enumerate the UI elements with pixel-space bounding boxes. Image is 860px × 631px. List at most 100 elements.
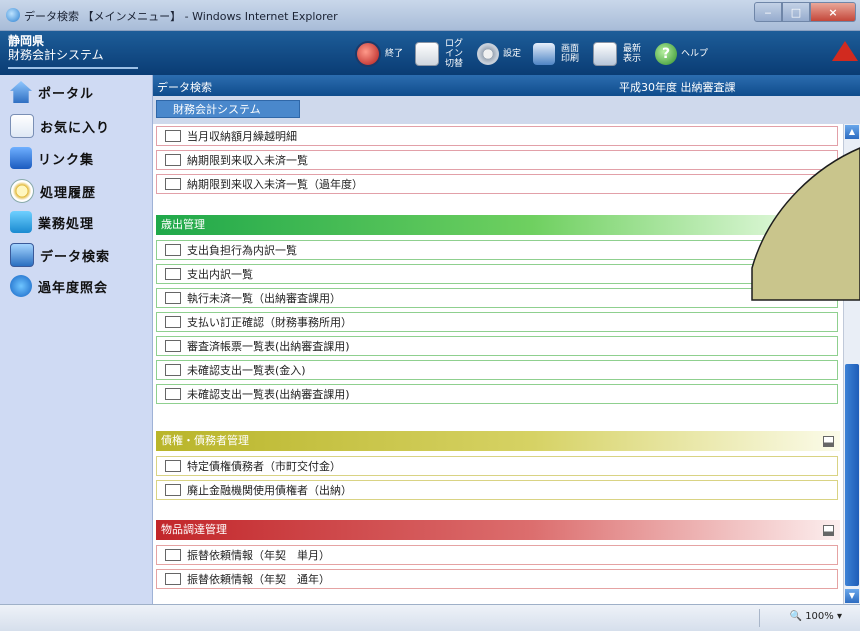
collapse-icon[interactable] (823, 220, 834, 231)
list-item[interactable]: 支出負担行為内訳一覧 (156, 240, 838, 260)
list-item[interactable]: 支払い訂正確認（財務事務所用） (156, 312, 838, 332)
refresh-display-button[interactable]: 最新表示 (593, 42, 643, 66)
list-item[interactable]: 納期限到来収入未済一覧（過年度） (156, 174, 838, 194)
list-item[interactable]: 納期限到来収入未済一覧 (156, 150, 838, 170)
screen-print-label: 画面印刷 (561, 44, 580, 64)
exit-icon (355, 41, 381, 67)
screen-print-icon (533, 43, 556, 65)
section-creditor-debtor: 債権・債務者管理 (156, 431, 840, 451)
sidebar-item-label: 過年度照会 (38, 280, 109, 296)
sidebar-item-portal[interactable]: ポータル (10, 81, 94, 103)
vertical-scrollbar[interactable]: ▲ ▼ (843, 124, 860, 604)
sidebar: ポータル お気に入り リンク集 処理履歴 業務処理 データ検索 過年度照会 (0, 75, 153, 604)
page-header-bar: データ検索 平成30年度 出納審査課 (153, 75, 860, 96)
login-switch-label: ログイン切替 (445, 39, 464, 69)
list-item[interactable]: 未確認支出一覧表(金入) (156, 360, 838, 380)
scroll-thumb[interactable] (845, 364, 859, 586)
list-item[interactable]: 当月収納額月繰越明細 (156, 126, 838, 146)
report-icon (165, 292, 181, 304)
report-icon (165, 549, 181, 561)
links-icon (10, 147, 32, 169)
sidebar-item-favorites[interactable]: お気に入り (10, 114, 110, 138)
close-button[interactable]: × (810, 2, 856, 22)
browser-window: データ検索 【メインメニュー】 - Windows Internet Explo… (0, 0, 860, 631)
list-item[interactable]: 振替依頼情報（年契 単月） (156, 545, 838, 565)
list-item-label: 振替依頼情報（年契 単月） (187, 549, 330, 562)
sidebar-item-links[interactable]: リンク集 (10, 147, 94, 169)
collapse-icon[interactable] (823, 436, 834, 447)
help-icon: ? (655, 43, 678, 65)
section-expenditure: 歳出管理 (156, 215, 840, 235)
history-icon (10, 179, 34, 203)
zoom-icon: 🔍 (789, 611, 802, 622)
list-item[interactable]: 廃止金融機関使用債権者（出納） (156, 480, 838, 500)
list-item-label: 廃止金融機関使用債権者（出納） (187, 484, 352, 497)
list-item[interactable]: 特定債権債務者（市町交付金） (156, 456, 838, 476)
collapse-icon[interactable] (823, 525, 834, 536)
scroll-down-icon[interactable]: ▼ (845, 589, 859, 603)
settings-label: 設定 (503, 49, 522, 59)
prefecture-emblem-icon (832, 41, 858, 61)
data-search-icon (10, 243, 34, 267)
sidebar-item-data-search[interactable]: データ検索 (10, 243, 110, 267)
sidebar-item-label: データ検索 (40, 249, 111, 265)
tab-financial-system[interactable]: 財務会計システム (156, 100, 300, 118)
report-icon (165, 244, 181, 256)
report-icon (165, 316, 181, 328)
app-header: 静岡県 財務会計システム 終了 ログイン切替 設定 画面印刷 最新表示 ? ヘル… (0, 31, 860, 75)
main-panel: データ検索 平成30年度 出納審査課 財務会計システム 当月収納額月繰越明細 納… (153, 75, 860, 604)
sidebar-item-business[interactable]: 業務処理 (10, 211, 94, 233)
favorites-icon (10, 114, 34, 138)
report-icon (165, 364, 181, 376)
report-icon (165, 178, 181, 190)
header-toolbar: 終了 ログイン切替 設定 画面印刷 最新表示 ? ヘルプ (355, 39, 720, 69)
report-icon (165, 154, 181, 166)
maximize-button[interactable]: □ (782, 2, 810, 22)
list-item-label: 支出負担行為内訳一覧 (187, 244, 297, 257)
zoom-level: 100% (805, 611, 834, 622)
page-title: データ検索 (157, 81, 212, 94)
list-item-label: 執行未済一覧（出納審査課用） (187, 292, 341, 305)
sidebar-item-label: ポータル (38, 86, 95, 102)
report-icon (165, 268, 181, 280)
sidebar-item-history[interactable]: 処理履歴 (10, 179, 96, 203)
list-item-label: 当月収納額月繰越明細 (187, 130, 297, 143)
chevron-down-icon: ▾ (836, 611, 842, 622)
search-list: 当月収納額月繰越明細 納期限到来収入未済一覧 納期限到来収入未済一覧（過年度） … (153, 124, 843, 604)
report-icon (165, 388, 181, 400)
browser-icon (6, 8, 20, 22)
login-switch-button[interactable]: ログイン切替 (415, 39, 465, 69)
screen-print-button[interactable]: 画面印刷 (533, 43, 581, 65)
list-item[interactable]: 振替依頼情報（年契 通年） (156, 569, 838, 589)
report-icon (165, 340, 181, 352)
business-icon (10, 211, 32, 233)
exit-button[interactable]: 終了 (355, 41, 403, 67)
scroll-up-icon[interactable]: ▲ (845, 125, 859, 139)
minimize-button[interactable]: ‒ (754, 2, 782, 22)
zoom-control[interactable]: 🔍 100% ▾ (790, 611, 842, 622)
sidebar-item-label: リンク集 (38, 152, 95, 168)
list-item[interactable]: 執行未済一覧（出納審査課用） (156, 288, 838, 308)
window-title: データ検索 【メインメニュー】 - Windows Internet Explo… (24, 10, 338, 23)
list-item-label: 納期限到来収入未済一覧 (187, 154, 308, 167)
list-item-label: 審査済帳票一覧表(出納審査課用) (187, 340, 350, 353)
home-icon (10, 81, 32, 103)
settings-button[interactable]: 設定 (477, 43, 521, 65)
section-procurement: 物品調達管理 (156, 520, 840, 540)
sidebar-item-past-year[interactable]: 過年度照会 (10, 275, 108, 297)
section-title: 歳出管理 (161, 218, 205, 231)
logo-prefecture: 静岡県 (8, 34, 45, 48)
report-icon (165, 460, 181, 472)
list-item[interactable]: 未確認支出一覧表(出納審査課用) (156, 384, 838, 404)
fiscal-year-department: 平成30年度 出納審査課 (619, 81, 736, 94)
help-button[interactable]: ? ヘルプ (655, 43, 708, 65)
window-controls: ‒ □ × (754, 2, 856, 22)
list-item[interactable]: 支出内訳一覧 (156, 264, 838, 284)
list-item-label: 未確認支出一覧表(出納審査課用) (187, 388, 350, 401)
list-item-label: 特定債権債務者（市町交付金） (187, 460, 341, 473)
help-label: ヘルプ (681, 49, 709, 59)
list-item[interactable]: 審査済帳票一覧表(出納審査課用) (156, 336, 838, 356)
login-switch-icon (415, 42, 440, 66)
list-item-label: 未確認支出一覧表(金入) (187, 364, 306, 377)
status-divider (759, 609, 760, 627)
